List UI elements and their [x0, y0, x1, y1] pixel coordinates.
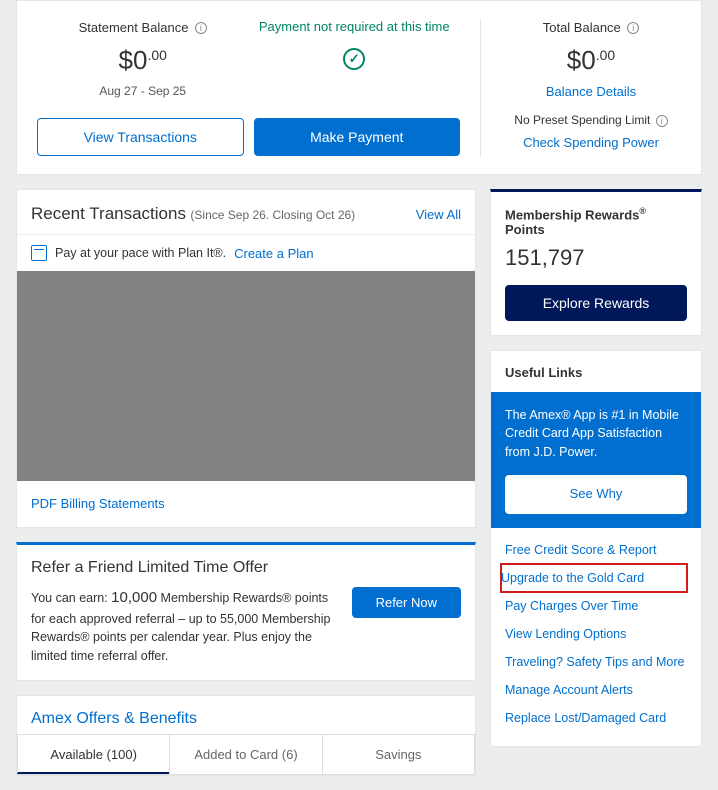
- create-plan-link[interactable]: Create a Plan: [234, 246, 314, 261]
- pdf-billing-link[interactable]: PDF Billing Statements: [31, 496, 165, 511]
- link-credit-score[interactable]: Free Credit Score & Report: [505, 536, 687, 564]
- account-summary-panel: Statement Balance i $0.00 Aug 27 - Sep 2…: [16, 0, 702, 175]
- link-pay-over-time[interactable]: Pay Charges Over Time: [505, 592, 687, 620]
- payment-status-block: Payment not required at this time ✓: [249, 19, 461, 98]
- refer-heading: Refer a Friend Limited Time Offer: [31, 559, 461, 577]
- statement-balance-label: Statement Balance: [79, 20, 189, 35]
- payment-status-text: Payment not required at this time: [249, 19, 461, 34]
- useful-links-heading: Useful Links: [491, 351, 701, 392]
- tab-available[interactable]: Available (100): [17, 734, 170, 774]
- total-balance-amount: $0.00: [501, 45, 681, 76]
- balance-details-link[interactable]: Balance Details: [501, 84, 681, 99]
- plan-it-text: Pay at your pace with Plan It®.: [55, 246, 226, 260]
- app-promo-text: The Amex® App is #1 in Mobile Credit Car…: [505, 406, 687, 460]
- explore-rewards-button[interactable]: Explore Rewards: [505, 285, 687, 321]
- recent-transactions-subtitle: (Since Sep 26. Closing Oct 26): [190, 208, 355, 222]
- make-payment-button[interactable]: Make Payment: [254, 118, 461, 156]
- link-upgrade-gold[interactable]: Upgrade to the Gold Card: [501, 564, 687, 592]
- link-account-alerts[interactable]: Manage Account Alerts: [505, 676, 687, 704]
- link-travel-safety[interactable]: Traveling? Safety Tips and More: [505, 648, 687, 676]
- calendar-icon: [31, 245, 47, 261]
- recent-transactions-title: Recent Transactions: [31, 204, 186, 223]
- offers-tabs: Available (100) Added to Card (6) Saving…: [17, 734, 475, 775]
- check-spending-power-link[interactable]: Check Spending Power: [501, 135, 681, 150]
- link-lending-options[interactable]: View Lending Options: [505, 620, 687, 648]
- app-promo-block: The Amex® App is #1 in Mobile Credit Car…: [491, 392, 701, 527]
- total-balance-label: Total Balance: [543, 20, 621, 35]
- see-why-button[interactable]: See Why: [505, 475, 687, 514]
- offers-panel: Amex Offers & Benefits Available (100) A…: [16, 695, 476, 776]
- offers-heading: Amex Offers & Benefits: [17, 696, 475, 734]
- transactions-redacted-area: [17, 271, 475, 481]
- info-icon[interactable]: i: [627, 22, 639, 34]
- statement-period: Aug 27 - Sep 25: [37, 84, 249, 98]
- info-icon[interactable]: i: [195, 22, 207, 34]
- summary-right: Total Balance i $0.00 Balance Details No…: [481, 19, 701, 156]
- refer-body: You can earn: 10,000 Membership Rewards®…: [31, 587, 338, 666]
- useful-links-list: Free Credit Score & Report Upgrade to th…: [491, 528, 701, 746]
- rewards-title: Membership Rewards® Points: [505, 206, 687, 237]
- link-replace-card[interactable]: Replace Lost/Damaged Card: [505, 704, 687, 732]
- tab-added[interactable]: Added to Card (6): [169, 734, 322, 774]
- view-all-link[interactable]: View All: [416, 207, 461, 222]
- summary-left: Statement Balance i $0.00 Aug 27 - Sep 2…: [17, 19, 481, 156]
- statement-balance-block: Statement Balance i $0.00 Aug 27 - Sep 2…: [37, 19, 249, 98]
- rewards-card: Membership Rewards® Points 151,797 Explo…: [490, 189, 702, 336]
- info-icon[interactable]: i: [656, 115, 668, 127]
- rewards-points: 151,797: [505, 245, 687, 271]
- refer-friend-panel: Refer a Friend Limited Time Offer You ca…: [16, 542, 476, 681]
- tab-savings[interactable]: Savings: [322, 734, 475, 774]
- no-preset-limit-text: No Preset Spending Limit i: [501, 113, 681, 127]
- checkmark-icon: ✓: [343, 48, 365, 70]
- useful-links-card: Useful Links The Amex® App is #1 in Mobi…: [490, 350, 702, 746]
- view-transactions-button[interactable]: View Transactions: [37, 118, 244, 156]
- plan-it-row: Pay at your pace with Plan It®. Create a…: [17, 234, 475, 271]
- recent-transactions-panel: Recent Transactions (Since Sep 26. Closi…: [16, 189, 476, 528]
- statement-balance-amount: $0.00: [37, 45, 249, 76]
- refer-now-button[interactable]: Refer Now: [352, 587, 461, 618]
